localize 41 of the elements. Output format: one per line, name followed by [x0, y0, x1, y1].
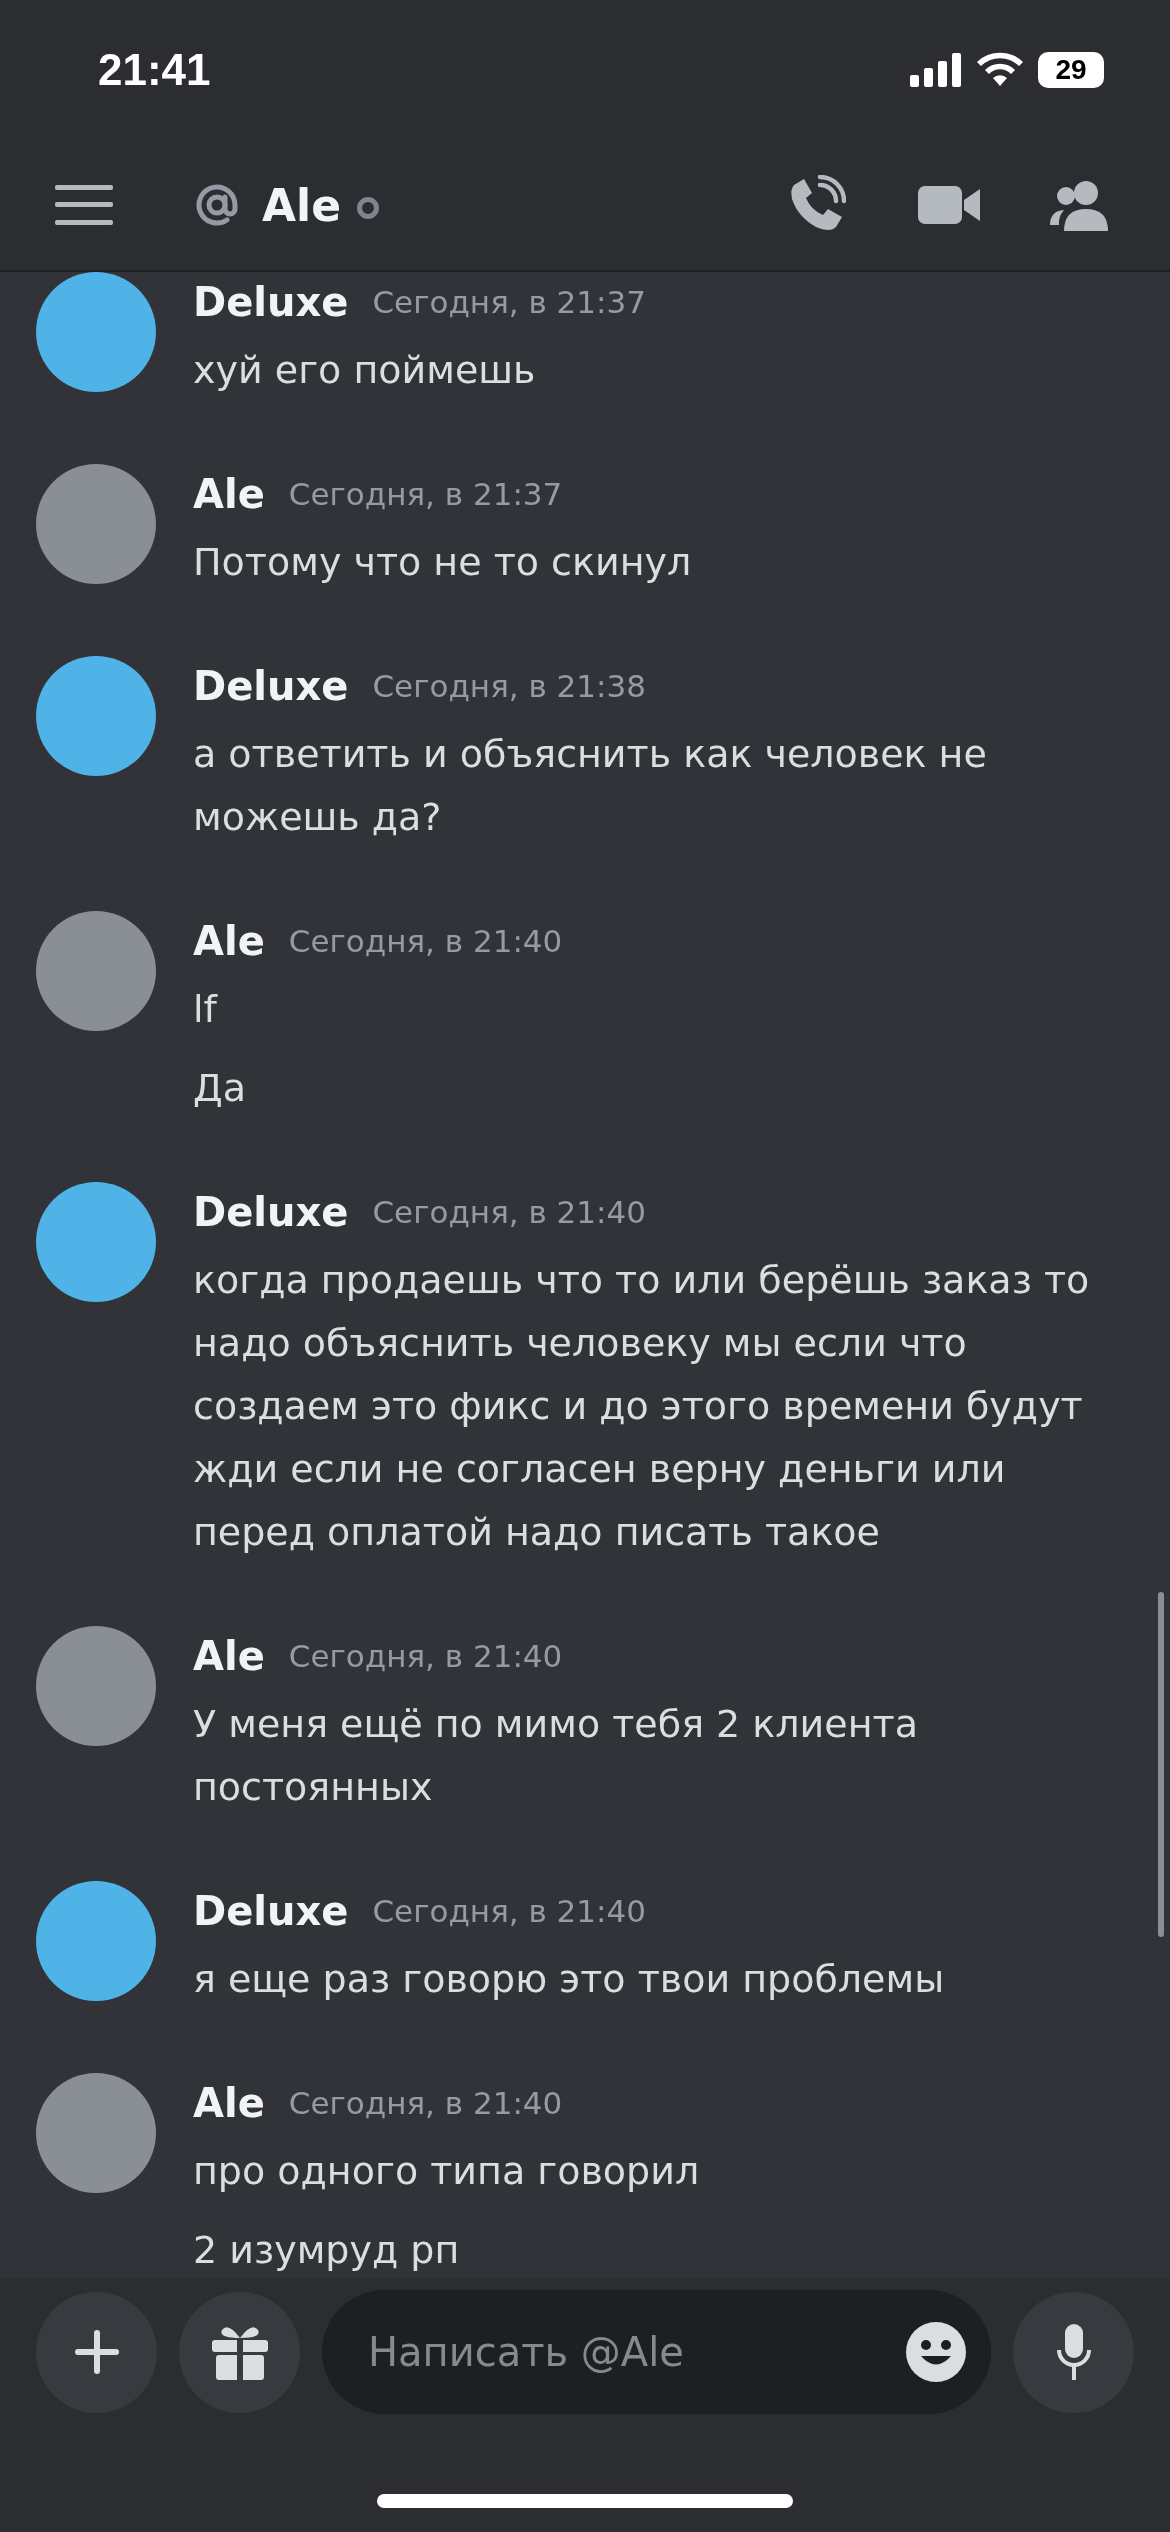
- timestamp: Сегодня, в 21:40: [372, 1893, 646, 1929]
- gift-icon: [209, 2324, 270, 2380]
- timestamp: Сегодня, в 21:37: [288, 476, 563, 512]
- status-time: 21:41: [98, 45, 211, 95]
- author-name[interactable]: Ale: [193, 918, 265, 964]
- message-text: Да: [193, 1065, 247, 1112]
- message-text: а ответить и объяснить как человек не можешь да?: [193, 731, 988, 841]
- channel-title: Ale: [262, 179, 341, 231]
- message-text: Потому что не то скинул: [193, 539, 693, 586]
- author-name[interactable]: Deluxe: [193, 663, 349, 709]
- timestamp: Сегодня, в 21:40: [288, 1638, 563, 1674]
- message-text: я еще раз говорю это твои проблемы: [193, 1956, 946, 2003]
- emoji-icon[interactable]: [905, 2321, 967, 2383]
- message-text: lf: [193, 986, 219, 1033]
- timestamp: Сегодня, в 21:37: [372, 284, 646, 320]
- timestamp: Сегодня, в 21:40: [288, 2085, 563, 2121]
- author-name[interactable]: Deluxe: [193, 279, 349, 325]
- microphone-icon: [1056, 2324, 1091, 2380]
- timestamp: Сегодня, в 21:40: [288, 923, 563, 959]
- signal-icon: [910, 53, 962, 87]
- menu-icon[interactable]: [55, 185, 113, 225]
- author-name[interactable]: Ale: [193, 1633, 265, 1679]
- timestamp: Сегодня, в 21:38: [372, 668, 646, 704]
- author-name[interactable]: Ale: [193, 2080, 265, 2126]
- message-text: 2 изумруд рп: [193, 2227, 461, 2274]
- at-sign-icon: [194, 182, 240, 228]
- wifi-icon: [976, 52, 1024, 88]
- message-text: про одного типа говорил: [193, 2148, 701, 2195]
- message-text: хуй его поймешь: [193, 347, 537, 394]
- message-text: когда продаешь что то или берёшь заказ то надо объяснить человеку мы если что создаем это фикс и до этого времени будут жди если не согласен верну деньги или перед оплатой надо писать такое: [193, 1257, 1091, 1556]
- timestamp: Сегодня, в 21:40: [372, 1194, 646, 1230]
- battery-icon: 29: [1038, 52, 1104, 88]
- author-name[interactable]: Ale: [193, 471, 265, 517]
- message-field[interactable]: Написать @Ale: [322, 2290, 991, 2414]
- video-camera-icon[interactable]: [918, 184, 980, 226]
- message-input[interactable]: Написать @Ale: [366, 2328, 905, 2376]
- author-name[interactable]: Deluxe: [193, 1189, 349, 1235]
- scrollbar[interactable]: [1158, 1592, 1164, 1937]
- plus-icon: [74, 2330, 119, 2374]
- message-text: У меня ещё по мимо тебя 2 клиента постоянных: [193, 1701, 919, 1811]
- author-name[interactable]: Deluxe: [193, 1888, 349, 1934]
